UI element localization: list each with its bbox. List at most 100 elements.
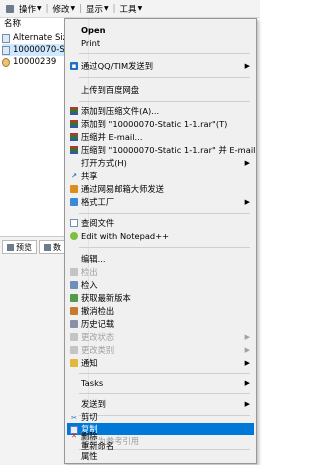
menu-item-send-to[interactable]: 发送到 ▶ [67, 397, 254, 411]
list-item[interactable]: Alternate Size [2, 32, 72, 44]
menu-item-label: 上传到百度网盘 [81, 85, 140, 95]
list-item[interactable]: 10000239 [2, 56, 72, 68]
menu-item-label: 剪切 [81, 412, 98, 422]
menu-item-notify[interactable]: 通知 ▶ [67, 356, 254, 370]
menu-item-change-state[interactable]: 更改状态 ▶ [67, 330, 254, 344]
menu-item-tasks[interactable]: Tasks ▶ [67, 376, 254, 390]
tab-preview[interactable]: 预览 [2, 240, 37, 254]
menu-item-label: 添加到 "10000070-Static 1-1.rar"(T) [81, 119, 228, 129]
menu-item-label: 属性 [81, 451, 98, 461]
menu-item-label: Print [81, 38, 101, 48]
menu-item-checkout[interactable]: 检出 [67, 265, 254, 279]
toolbar-menu-label: 显示 [86, 4, 104, 15]
menu-item-share[interactable]: ↗ 共享 [67, 169, 254, 183]
menu-item-notepadpp[interactable]: Edit with Notepad++ [67, 229, 254, 243]
menu-item-label: 通过QQ/TIM发送到 [81, 61, 154, 71]
delete-icon: ✕ [71, 432, 77, 440]
change-category-icon [70, 346, 78, 354]
toolbar-menu-label: 工具 [119, 4, 137, 15]
menu-item-label: 更改状态 [81, 332, 115, 342]
menu-item-format-factory[interactable]: 格式工厂 ▶ [67, 195, 254, 209]
toolbar-menu-display[interactable]: 显示 ▼ [83, 3, 112, 15]
preview-pane: 预览 数 [0, 236, 68, 465]
submenu-arrow-icon: ▶ [244, 359, 250, 367]
menu-item-netease-mail[interactable]: 通过网易邮箱大师发送 [67, 182, 254, 196]
menu-item-label: 获取最新版本 [81, 293, 131, 303]
menu-separator [79, 53, 250, 54]
submenu-arrow-icon: ▶ [244, 62, 250, 70]
notify-icon [70, 359, 78, 367]
menu-item-upload-baidu[interactable]: 上传到百度网盘 [67, 83, 254, 97]
menu-item-label: 检出 [81, 267, 98, 277]
toolbar-menu-operations[interactable]: 操作 ▼ [16, 3, 45, 15]
menu-separator [79, 393, 250, 394]
menu-item-print[interactable]: Print [67, 36, 254, 50]
menu-separator [79, 77, 250, 78]
menu-item-open-with[interactable]: 打开方式(H) ▶ [67, 156, 254, 170]
undo-checkout-icon [70, 307, 78, 315]
checkout-icon [70, 268, 78, 276]
menu-item-undo-checkout[interactable]: 撤消检出 [67, 304, 254, 318]
menu-item-open[interactable]: Open [67, 23, 254, 37]
list-item[interactable]: 10000070-Sta [2, 44, 72, 56]
menu-item-label: Tasks [81, 378, 104, 388]
menu-item-label: 撤消检出 [81, 306, 115, 316]
menu-item-get-latest[interactable]: 获取最新版本 [67, 291, 254, 305]
menu-item-view-file[interactable]: 查阅文件 [67, 216, 254, 230]
document-icon [2, 45, 10, 55]
toolbar-menu-modify[interactable]: 修改 ▼ [50, 3, 79, 15]
chevron-down-icon: ▼ [37, 5, 42, 12]
checkin-icon [70, 281, 78, 289]
share-icon: ↗ [71, 172, 77, 180]
winrar-icon [70, 120, 78, 128]
menu-item-label: 添加到压缩文件(A)... [81, 106, 160, 116]
chevron-down-icon: ▼ [104, 5, 109, 12]
menu-item-label: 历史记载 [81, 319, 115, 329]
menu-item-label: 通过网易邮箱大师发送 [81, 184, 164, 194]
tab-data[interactable]: 数 [39, 240, 66, 254]
menu-item-label: 更改类别 [81, 345, 115, 355]
menu-item-add-rar[interactable]: 添加到 "10000070-Static 1-1.rar"(T) [67, 117, 254, 131]
change-state-icon [70, 333, 78, 341]
submenu-arrow-icon: ▶ [244, 198, 250, 206]
menu-item-label: 压缩并 E-mail... [81, 132, 143, 142]
menu-item-label: 压缩到 "10000070-Static 1-1.rar" 并 E-mail [81, 145, 256, 155]
history-icon [70, 320, 78, 328]
menu-item-label: 编辑... [81, 254, 106, 264]
view-file-icon [70, 219, 78, 227]
menu-item-label: 检入 [81, 280, 98, 290]
submenu-arrow-icon: ▶ [244, 333, 250, 341]
menu-separator [79, 101, 250, 102]
part-icon [2, 57, 10, 67]
toolbar-menu-label: 修改 [52, 4, 70, 15]
menu-item-cut[interactable]: ✂ 剪切 [67, 411, 254, 423]
menu-item-checkin[interactable]: 检入 [67, 278, 254, 292]
winrar-icon [70, 107, 78, 115]
winrar-icon [70, 146, 78, 154]
submenu-arrow-icon: ▶ [244, 379, 250, 387]
app-menu-icon[interactable] [6, 4, 14, 13]
mail-icon [70, 185, 78, 193]
menu-item-send-qq[interactable]: ▪ 通过QQ/TIM发送到 ▶ [67, 59, 254, 73]
format-factory-icon [70, 198, 78, 206]
submenu-arrow-icon: ▶ [244, 400, 250, 408]
menu-item-compress-rar-email[interactable]: 压缩到 "10000070-Static 1-1.rar" 并 E-mail [67, 143, 256, 157]
menu-item-history[interactable]: 历史记载 [67, 317, 254, 331]
menu-item-properties[interactable]: 属性 [67, 451, 254, 461]
column-header-name[interactable]: 名称 [4, 19, 21, 30]
menu-item-change-category[interactable]: 更改类别 ▶ [67, 343, 254, 357]
toolbar-menu-label: 操作 [19, 4, 37, 15]
menu-item-edit[interactable]: 编辑... [67, 252, 254, 266]
menu-separator [79, 373, 250, 374]
menu-item-label: 打开方式(H) [81, 158, 127, 168]
menu-item-add-archive[interactable]: 添加到压缩文件(A)... [67, 104, 254, 118]
menu-item-compress-email[interactable]: 压缩并 E-mail... [67, 130, 254, 144]
menu-item-label: Edit with Notepad++ [81, 231, 170, 241]
preview-tabs: 预览 数 [2, 240, 68, 254]
preview-icon [7, 243, 14, 251]
scissors-icon: ✂ [71, 414, 77, 422]
toolbar-menu-tools[interactable]: 工具 ▼ [117, 3, 146, 15]
winrar-icon [70, 133, 78, 141]
tab-label: 数 [53, 242, 61, 252]
submenu-arrow-icon: ▶ [244, 159, 250, 167]
